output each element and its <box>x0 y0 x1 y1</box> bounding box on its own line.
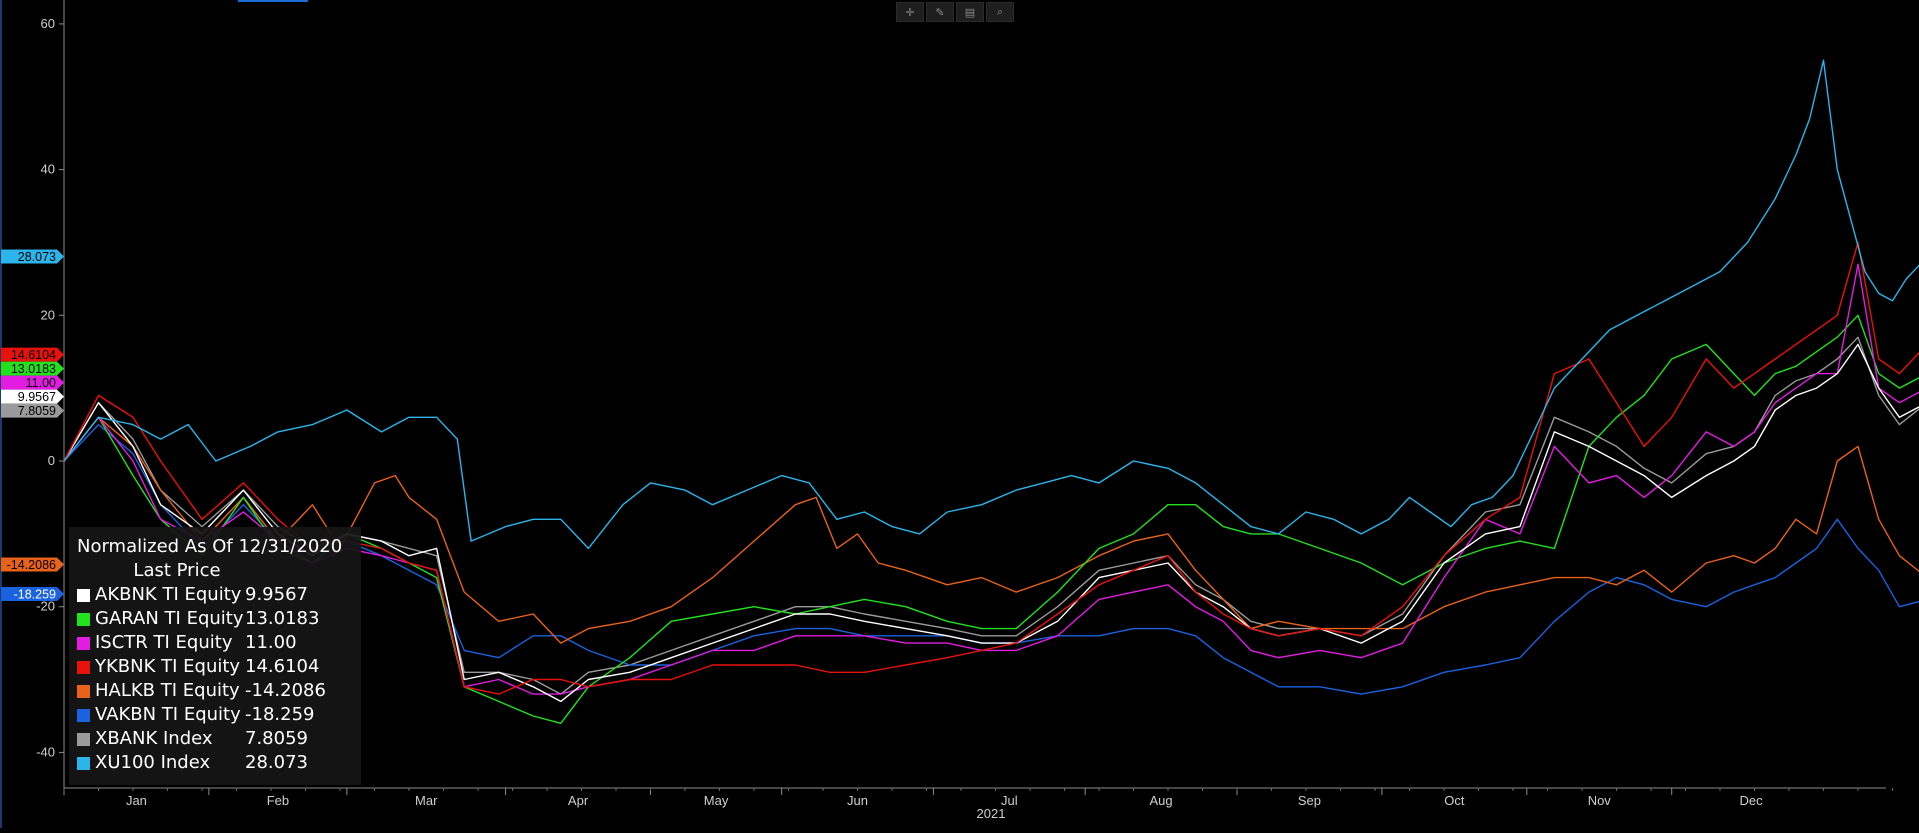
legend-item: ISCTR TI Equity 11.00 <box>77 631 361 655</box>
last-value-text: 7.8059 <box>18 404 56 418</box>
legend-item: GARAN TI Equity 13.0183 <box>77 607 361 631</box>
legend-rows: AKBNK TI Equity 9.9567 GARAN TI Equity 13.0… <box>77 583 361 775</box>
legend-series-name: GARAN TI Equity <box>95 608 244 629</box>
x-tick-label: Apr <box>568 793 589 808</box>
legend-swatch <box>77 684 90 698</box>
last-value-text: 11.00 <box>26 376 56 390</box>
last-value-text: 14.6104 <box>11 348 56 362</box>
crosshair-icon[interactable]: ✛ <box>896 2 924 22</box>
top-accent-bar <box>238 0 308 2</box>
legend-series-name: VAKBN TI Equity <box>95 704 241 725</box>
legend-series-name: YKBNK TI Equity <box>95 656 241 677</box>
legend-series-value: 14.6104 <box>245 656 320 677</box>
last-value-tag-akbnk: 9.9567 <box>1 389 64 404</box>
legend-series-name: XBANK Index <box>95 728 213 749</box>
legend-series-value: -14.2086 <box>245 680 326 701</box>
legend-series-name: HALKB TI Equity <box>95 680 240 701</box>
legend-swatch <box>77 588 90 602</box>
last-value-text: 9.9567 <box>18 390 56 404</box>
legend-swatch <box>77 756 90 770</box>
y-tick-label: 60 <box>41 16 55 31</box>
legend-series-value: 7.8059 <box>245 728 308 749</box>
x-tick-label: May <box>704 793 729 808</box>
last-value-tag-xu100: 28.073 <box>1 249 64 264</box>
legend-item: XBANK Index 7.8059 <box>77 727 361 751</box>
legend-series-value: 9.9567 <box>245 584 308 605</box>
x-tick-label: Aug <box>1150 793 1173 808</box>
legend-item: YKBNK TI Equity 14.6104 <box>77 655 361 679</box>
legend-item: XU100 Index 28.073 <box>77 751 361 775</box>
last-value-text: 13.0183 <box>11 362 56 376</box>
legend-item: HALKB TI Equity -14.2086 <box>77 679 361 703</box>
chart-toolbar: ✛ ✎ ▤ ⌕ <box>896 2 1014 22</box>
legend-swatch <box>77 660 90 674</box>
legend-series-name: ISCTR TI Equity <box>95 632 233 653</box>
x-axis-label: 2021 <box>977 806 1006 821</box>
last-value-tag-xbank: 7.8059 <box>1 403 64 418</box>
legend-item: AKBNK TI Equity 9.9567 <box>77 583 361 607</box>
series-line-xu100 <box>63 59 1919 550</box>
legend-subtitle: Last Price <box>133 560 221 581</box>
x-tick-label: Oct <box>1444 793 1465 808</box>
legend-swatch <box>77 708 90 722</box>
legend-item: VAKBN TI Equity -18.259 <box>77 703 361 727</box>
legend-swatch <box>77 732 90 746</box>
last-value-tag-vakbn: -18.259 <box>1 587 64 602</box>
legend-series-name: XU100 Index <box>95 752 211 773</box>
last-value-tag-garan: 13.0183 <box>1 361 64 376</box>
last-value-tag-isctr: 11.00 <box>1 375 64 390</box>
legend-panel: Normalized As Of 12/31/2020 Last Price A… <box>69 527 361 785</box>
legend-swatch <box>77 612 90 626</box>
x-tick-label: Jun <box>847 793 868 808</box>
legend-title: Normalized As Of 12/31/2020 <box>77 536 343 557</box>
y-tick-label: -40 <box>36 744 55 759</box>
y-tick-label: 0 <box>48 453 55 468</box>
legend-series-value: 28.073 <box>245 752 308 773</box>
zoom-icon[interactable]: ⌕ <box>986 2 1014 22</box>
table-icon[interactable]: ▤ <box>956 2 984 22</box>
legend-series-value: 11.00 <box>245 632 297 653</box>
last-value-tag-halkb: -14.2086 <box>1 557 64 572</box>
x-tick-label: Sep <box>1298 793 1321 808</box>
legend-series-value: 13.0183 <box>245 608 320 629</box>
y-tick-label: 20 <box>41 307 55 322</box>
last-value-text: -18.259 <box>14 588 56 602</box>
x-tick-label: Mar <box>415 793 438 808</box>
annotate-icon[interactable]: ✎ <box>926 2 954 22</box>
legend-series-name: AKBNK TI Equity <box>95 584 242 605</box>
last-value-text: 28.073 <box>18 250 56 264</box>
x-tick-label: Feb <box>267 793 289 808</box>
legend-swatch <box>77 636 90 650</box>
x-tick-label: Dec <box>1739 793 1763 808</box>
legend-series-value: -18.259 <box>245 704 315 725</box>
y-tick-label: 40 <box>41 162 55 177</box>
last-value-tag-ykbnk: 14.6104 <box>1 347 64 362</box>
last-value-text: -14.2086 <box>7 558 56 572</box>
x-tick-label: Jan <box>126 793 147 808</box>
x-tick-label: Nov <box>1588 793 1612 808</box>
